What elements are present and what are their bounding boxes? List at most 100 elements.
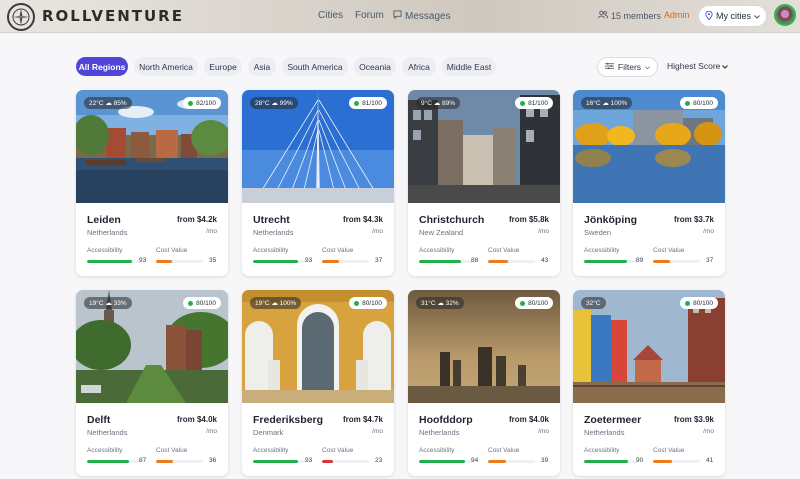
score-dot-icon <box>520 300 526 306</box>
price: from $3.7k <box>673 215 714 224</box>
accessibility-value: 90 <box>636 457 644 464</box>
filters-button[interactable]: Filters <box>597 57 658 77</box>
city-name: Christchurch <box>419 214 485 226</box>
cost-value-label: Cost Value <box>488 447 520 454</box>
accessibility-value: 94 <box>471 457 479 464</box>
location-pin-icon <box>705 10 713 22</box>
score-value: 81/100 <box>528 99 548 107</box>
members-count[interactable]: 15 members <box>598 10 661 21</box>
city-card[interactable]: 28°C ☁ 99% 81/100 Utrecht Netherlands fr… <box>242 90 394 276</box>
chat-bubble-icon <box>393 10 402 22</box>
region-chip-africa[interactable]: Africa <box>402 57 436 76</box>
my-cities-dropdown[interactable]: My cities <box>698 5 767 27</box>
country-name: Netherlands <box>419 428 460 437</box>
score-badge: 80/100 <box>183 297 221 309</box>
price: from $3.9k <box>673 415 714 424</box>
cost-bar-fill <box>653 460 673 463</box>
price: from $4.2k <box>176 215 217 224</box>
cost-bar-fill <box>156 460 173 463</box>
nav-cities-link[interactable]: Cities <box>318 10 343 21</box>
accessibility-value: 87 <box>139 457 147 464</box>
score-dot-icon <box>685 100 691 106</box>
cost-value: 37 <box>706 257 714 264</box>
cost-bar-fill <box>322 460 333 463</box>
cost-bar-fill <box>488 260 509 263</box>
city-card[interactable]: 9°C ☁ 89% 81/100 Christchurch New Zealan… <box>408 90 560 276</box>
score-dot-icon <box>188 100 194 106</box>
region-chip-oceania[interactable]: Oceania <box>354 57 396 76</box>
city-card[interactable]: 16°C ☁ 100% 80/100 Jönköping Sweden from… <box>573 90 725 276</box>
accessibility-bar-fill <box>253 460 299 463</box>
region-chip-europe[interactable]: Europe <box>204 57 242 76</box>
cost-value-label: Cost Value <box>653 447 685 454</box>
weather-badge: 28°C ☁ 99% <box>250 97 298 109</box>
country-name: Netherlands <box>87 428 128 437</box>
price: from $4.7k <box>342 415 383 424</box>
per-month-label: /mo <box>206 228 217 235</box>
compass-logo-icon[interactable] <box>7 3 35 31</box>
score-value: 80/100 <box>196 299 216 307</box>
country-name: Netherlands <box>87 228 128 237</box>
accessibility-bar-fill <box>87 260 133 263</box>
city-name: Delft <box>87 414 111 426</box>
top-header: ROLLVENTURE Cities Forum Messages 15 mem… <box>0 0 800 33</box>
cost-value-label: Cost Value <box>653 247 685 254</box>
region-chip-asia[interactable]: Asia <box>248 57 276 76</box>
sort-dropdown[interactable]: Highest Score <box>667 61 729 71</box>
accessibility-label: Accessibility <box>584 447 620 454</box>
cost-bar <box>322 260 369 263</box>
accessibility-value: 89 <box>636 257 644 264</box>
cost-bar <box>488 260 535 263</box>
region-chip-south-america[interactable]: South America <box>282 57 348 76</box>
region-chip-middle-east[interactable]: Middle East <box>442 57 496 76</box>
score-badge: 80/100 <box>680 97 718 109</box>
nav-forum-link[interactable]: Forum <box>355 10 384 21</box>
cost-bar <box>322 460 369 463</box>
region-chip-all[interactable]: All Regions <box>76 57 128 76</box>
score-dot-icon <box>520 100 526 106</box>
city-card[interactable]: 19°C ☁ 100% 80/100 Frederiksberg Denmark… <box>242 290 394 476</box>
cost-value-label: Cost Value <box>488 247 520 254</box>
score-value: 82/100 <box>196 99 216 107</box>
cost-value-label: Cost Value <box>156 247 188 254</box>
cost-bar <box>653 460 700 463</box>
brand-name[interactable]: ROLLVENTURE <box>42 7 184 25</box>
accessibility-label: Accessibility <box>87 447 123 454</box>
city-name: Hoofddorp <box>419 414 473 426</box>
price: from $4.3k <box>342 215 383 224</box>
accessibility-label: Accessibility <box>584 247 620 254</box>
accessibility-bar <box>87 260 140 263</box>
accessibility-bar <box>253 260 306 263</box>
city-card[interactable]: 19°C ☁ 33% 80/100 Delft Netherlands from… <box>76 290 228 476</box>
country-name: Netherlands <box>253 228 294 237</box>
score-badge: 81/100 <box>349 97 387 109</box>
accessibility-bar-fill <box>584 260 628 263</box>
cost-bar <box>653 260 700 263</box>
region-chip-north-america[interactable]: North America <box>134 57 198 76</box>
accessibility-value: 93 <box>139 257 147 264</box>
weather-badge: 19°C ☁ 33% <box>84 297 132 309</box>
accessibility-label: Accessibility <box>253 447 289 454</box>
accessibility-value: 88 <box>471 257 479 264</box>
weather-badge: 19°C ☁ 100% <box>250 297 302 309</box>
accessibility-value: 93 <box>305 257 313 264</box>
city-card[interactable]: 22°C ☁ 85% 82/100 Leiden Netherlands fro… <box>76 90 228 276</box>
weather-badge: 31°C ☁ 32% <box>416 297 464 309</box>
accessibility-bar <box>87 460 140 463</box>
score-badge: 82/100 <box>183 97 221 109</box>
country-name: Denmark <box>253 428 284 437</box>
city-card[interactable]: 31°C ☁ 32% 80/100 Hoofddorp Netherlands … <box>408 290 560 476</box>
score-badge: 80/100 <box>349 297 387 309</box>
nav-messages-link[interactable]: Messages <box>393 10 451 22</box>
city-name: Jönköping <box>584 214 638 226</box>
score-badge: 80/100 <box>515 297 553 309</box>
per-month-label: /mo <box>372 228 383 235</box>
per-month-label: /mo <box>538 228 549 235</box>
members-label: 15 members <box>611 10 662 21</box>
cost-bar <box>156 260 203 263</box>
cost-value: 43 <box>541 257 549 264</box>
accessibility-bar <box>584 260 637 263</box>
user-avatar[interactable] <box>774 4 796 26</box>
city-card[interactable]: 32°C 80/100 Zoetermeer Netherlands from … <box>573 290 725 476</box>
admin-link[interactable]: Admin <box>664 10 690 20</box>
